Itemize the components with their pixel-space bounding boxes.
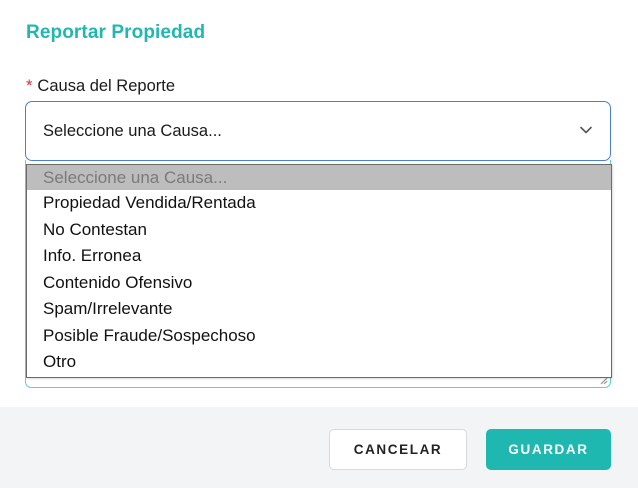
resize-grip-icon[interactable] [600, 377, 608, 385]
modal-title: Reportar Propiedad [26, 22, 206, 43]
report-property-modal: Reportar Propiedad * Causa del Reporte Se… [0, 0, 638, 488]
cause-select-value: Seleccione una Causa... [43, 122, 222, 140]
dropdown-option-wrong-info[interactable]: Info. Erronea [27, 243, 611, 270]
dropdown-option-sold-rented[interactable]: Propiedad Vendida/Rentada [27, 190, 611, 217]
dropdown-option-fraud[interactable]: Posible Fraude/Sospechoso [27, 323, 611, 350]
dropdown-option-placeholder[interactable]: Seleccione una Causa... [27, 165, 611, 190]
dropdown-option-offensive[interactable]: Contenido Ofensivo [27, 270, 611, 297]
dropdown-option-spam[interactable]: Spam/Irrelevante [27, 296, 611, 323]
chevron-down-icon [580, 126, 592, 134]
cause-field-label: * Causa del Reporte [26, 77, 175, 96]
cause-select[interactable]: Seleccione una Causa... [25, 101, 611, 161]
cause-label-text: Causa del Reporte [37, 77, 176, 95]
dropdown-option-no-answer[interactable]: No Contestan [27, 217, 611, 244]
dropdown-option-other[interactable]: Otro [27, 349, 611, 376]
cancel-button[interactable]: CANCELAR [329, 429, 467, 470]
save-button[interactable]: GUARDAR [486, 429, 611, 470]
cause-dropdown-list: Seleccione una Causa... Propiedad Vendid… [26, 164, 612, 378]
required-marker: * [26, 77, 33, 95]
modal-footer: CANCELAR GUARDAR [0, 407, 638, 488]
